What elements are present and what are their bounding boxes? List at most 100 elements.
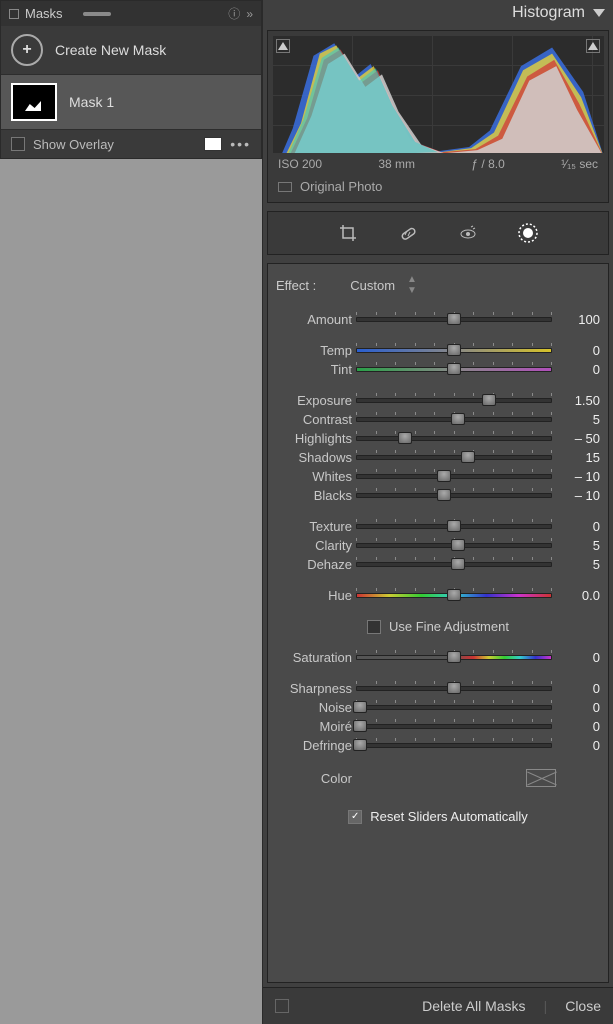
slider-label: Amount [276, 312, 352, 327]
slider-amount[interactable]: Amount 100 [276, 310, 600, 329]
slider-track[interactable] [356, 365, 552, 375]
slider-value[interactable]: – 50 [556, 431, 600, 446]
slider-value[interactable]: 0 [556, 719, 600, 734]
slider-value[interactable]: 0 [556, 700, 600, 715]
slider-value[interactable]: 0 [556, 681, 600, 696]
drag-handle[interactable] [83, 12, 111, 16]
redeye-tool-icon[interactable] [457, 222, 479, 244]
slider-knob[interactable] [437, 470, 451, 482]
color-swatch-picker[interactable] [526, 769, 556, 787]
heal-tool-icon[interactable] [397, 222, 419, 244]
close-button[interactable]: Close [565, 998, 601, 1014]
slider-knob[interactable] [447, 520, 461, 532]
slider-value[interactable]: 0.0 [556, 588, 600, 603]
slider-label: Blacks [276, 488, 352, 503]
slider-texture[interactable]: Texture0 [276, 517, 600, 536]
help-icon[interactable]: ⓘ [228, 5, 240, 22]
masks-title: Masks [25, 6, 63, 21]
original-photo-checkbox[interactable] [278, 182, 292, 192]
masking-tool-icon[interactable] [517, 222, 539, 244]
slider-moire[interactable]: Moiré 0 [276, 717, 600, 736]
slider-knob[interactable] [451, 413, 465, 425]
show-overlay-checkbox[interactable] [11, 137, 25, 151]
slider-knob[interactable] [447, 589, 461, 601]
slider-saturation[interactable]: Saturation0 [276, 648, 600, 667]
slider-track[interactable] [356, 491, 552, 501]
footer-toggle-icon[interactable] [275, 999, 289, 1013]
slider-knob[interactable] [482, 394, 496, 406]
slider-knob[interactable] [353, 701, 367, 713]
slider-shadows[interactable]: Shadows15 [276, 448, 600, 467]
slider-sharpness[interactable]: Sharpness0 [276, 679, 600, 698]
slider-track[interactable] [356, 722, 552, 732]
slider-value[interactable]: 0 [556, 650, 600, 665]
slider-dehaze[interactable]: Dehaze5 [276, 555, 600, 574]
slider-track[interactable] [356, 434, 552, 444]
slider-knob[interactable] [461, 451, 475, 463]
slider-knob[interactable] [447, 363, 461, 375]
slider-track[interactable] [356, 453, 552, 463]
effect-preset-dropdown[interactable]: Custom [350, 278, 395, 293]
histogram-canvas[interactable] [272, 35, 604, 153]
slider-knob[interactable] [451, 539, 465, 551]
slider-tint[interactable]: Tint0 [276, 360, 600, 379]
slider-track[interactable] [356, 415, 552, 425]
slider-hue[interactable]: Hue0.0 [276, 586, 600, 605]
slider-knob[interactable] [447, 651, 461, 663]
slider-track[interactable] [356, 591, 552, 601]
slider-track[interactable] [356, 522, 552, 532]
slider-label: Moiré [276, 719, 352, 734]
slider-contrast[interactable]: Contrast5 [276, 410, 600, 429]
show-overlay-row: Show Overlay ••• [1, 130, 261, 158]
slider-track[interactable] [356, 560, 552, 570]
slider-track[interactable] [356, 472, 552, 482]
slider-knob[interactable] [447, 313, 461, 325]
slider-value[interactable]: – 10 [556, 469, 600, 484]
slider-knob[interactable] [353, 720, 367, 732]
slider-knob[interactable] [353, 739, 367, 751]
reset-sliders-checkbox[interactable]: ✓ [348, 810, 362, 824]
slider-track[interactable] [356, 684, 552, 694]
slider-knob[interactable] [451, 558, 465, 570]
slider-knob[interactable] [447, 682, 461, 694]
delete-all-masks-button[interactable]: Delete All Masks [422, 998, 525, 1014]
slider-track[interactable] [356, 541, 552, 551]
histogram-header[interactable]: Histogram [263, 0, 613, 26]
overlay-color-swatch[interactable] [204, 137, 222, 151]
expand-icon[interactable]: » [246, 7, 253, 21]
slider-value[interactable]: 5 [556, 412, 600, 427]
slider-clarity[interactable]: Clarity5 [276, 536, 600, 555]
slider-knob[interactable] [437, 489, 451, 501]
slider-track[interactable] [356, 741, 552, 751]
slider-value[interactable]: – 10 [556, 488, 600, 503]
slider-value[interactable]: 15 [556, 450, 600, 465]
slider-exposure[interactable]: Exposure1.50 [276, 391, 600, 410]
crop-tool-icon[interactable] [337, 222, 359, 244]
slider-knob[interactable] [398, 432, 412, 444]
slider-value[interactable]: 0 [556, 519, 600, 534]
slider-knob[interactable] [447, 344, 461, 356]
slider-defringe[interactable]: Defringe0 [276, 736, 600, 755]
slider-track[interactable] [356, 346, 552, 356]
slider-track[interactable] [356, 703, 552, 713]
slider-value[interactable]: 0 [556, 362, 600, 377]
slider-whites[interactable]: Whites– 10 [276, 467, 600, 486]
slider-blacks[interactable]: Blacks – 10 [276, 486, 600, 505]
create-new-mask-button[interactable]: + Create New Mask [1, 26, 261, 75]
slider-value[interactable]: 100 [556, 312, 600, 327]
slider-track[interactable] [356, 653, 552, 663]
mask-item[interactable]: Mask 1 [1, 75, 261, 130]
slider-value[interactable]: 5 [556, 538, 600, 553]
slider-value[interactable]: 0 [556, 738, 600, 753]
slider-track[interactable] [356, 315, 552, 325]
slider-temp[interactable]: Temp0 [276, 341, 600, 360]
slider-track[interactable] [356, 396, 552, 406]
original-photo-row[interactable]: Original Photo [272, 175, 604, 198]
slider-value[interactable]: 0 [556, 343, 600, 358]
more-options-icon[interactable]: ••• [230, 136, 251, 152]
slider-value[interactable]: 5 [556, 557, 600, 572]
slider-noise[interactable]: Noise0 [276, 698, 600, 717]
slider-value[interactable]: 1.50 [556, 393, 600, 408]
fine-adjustment-checkbox[interactable] [367, 620, 381, 634]
slider-highlights[interactable]: Highlights– 50 [276, 429, 600, 448]
